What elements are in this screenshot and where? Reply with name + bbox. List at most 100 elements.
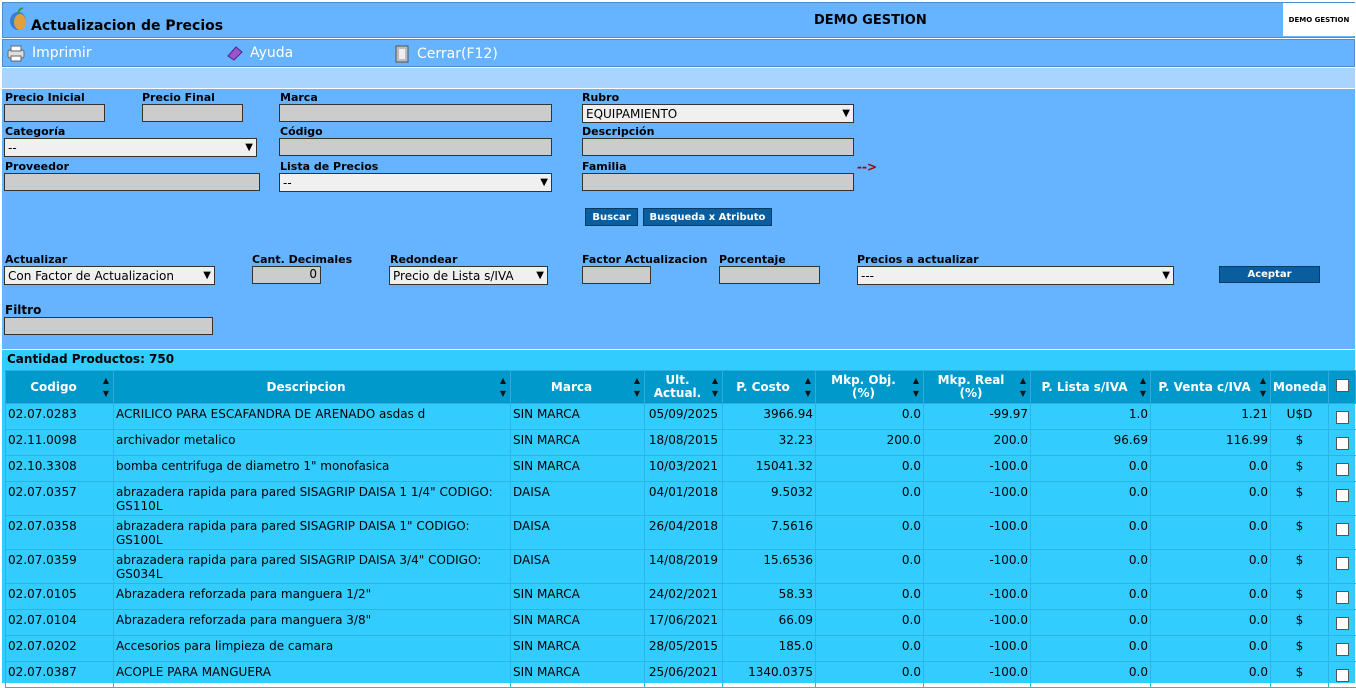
row-checkbox-cell <box>1328 583 1356 610</box>
row-checkbox-cell <box>1328 549 1356 584</box>
precios-actualizar-value: --- <box>861 268 874 283</box>
cell-p-venta: 1.21 <box>1150 403 1271 430</box>
select-all-checkbox[interactable] <box>1335 379 1349 392</box>
table-row[interactable]: 02.07.0104 Abrazadera reforzada para mang… <box>5 609 1356 636</box>
buscar-button[interactable]: Buscar <box>585 208 638 226</box>
actualizar-select[interactable]: Con Factor de Actualizacion ▼ <box>4 266 215 285</box>
cell-codigo: 02.07.0357 <box>5 481 114 516</box>
marca-input[interactable] <box>279 104 552 122</box>
aceptar-button[interactable]: Aceptar <box>1219 266 1320 283</box>
factor-input[interactable] <box>582 266 651 284</box>
col-header-moneda[interactable]: Moneda <box>1270 370 1329 404</box>
redondear-select[interactable]: Precio de Lista s/IVA ▼ <box>389 266 548 285</box>
table-row[interactable]: 02.07.0202 Accesorios para limpieza de ca… <box>5 635 1356 662</box>
filtro-input[interactable] <box>4 317 213 335</box>
categoria-select[interactable]: -- ▼ <box>4 138 257 157</box>
cell-mkp-obj: 200.0 <box>815 429 924 456</box>
separator-bar <box>2 68 1355 88</box>
cell-p-venta: 0.0 <box>1150 515 1271 550</box>
sort-icon: ▲ ▼ <box>1139 376 1146 398</box>
row-checkbox[interactable] <box>1335 463 1349 476</box>
row-checkbox[interactable] <box>1335 523 1349 536</box>
cell-moneda: $ <box>1270 635 1329 662</box>
table-row[interactable]: 02.10.3308 bomba centrifuga de diametro 1… <box>5 455 1356 482</box>
cell-moneda: $ <box>1270 429 1329 456</box>
row-checkbox[interactable] <box>1335 411 1349 424</box>
page-title: Actualizacion de Precios <box>31 18 224 34</box>
proveedor-input[interactable] <box>4 173 260 191</box>
descripcion-input[interactable] <box>582 138 854 156</box>
cell-codigo: 02.07.0104 <box>5 609 114 636</box>
col-header-p-costo[interactable]: P. Costo ▲ ▼ <box>722 370 816 404</box>
table-row[interactable]: 02.11.0098 archivador metalico SIN MARCA 18… <box>5 429 1356 456</box>
familia-label: Familia <box>582 160 627 173</box>
busqueda-atributo-button[interactable]: Busqueda x Atributo <box>643 208 772 226</box>
precio-inicial-input[interactable] <box>4 104 105 122</box>
table-row[interactable]: 02.07.0387 ACOPLE PARA MANGUERA SIN MARCA 2… <box>5 661 1356 688</box>
cell-p-costo: 58.33 <box>722 583 816 610</box>
cell-p-costo: 1340.0375 <box>722 661 816 688</box>
cell-descripcion: Abrazadera reforzada para manguera 3/8" <box>113 609 511 636</box>
close-button[interactable]: Cerrar(F12) <box>393 44 498 64</box>
door-exit-icon <box>395 45 409 63</box>
col-header-descripcion[interactable]: Descripcion ▲ ▼ <box>113 370 511 404</box>
row-checkbox[interactable] <box>1335 437 1349 450</box>
col-header-p-lista[interactable]: P. Lista s/IVA ▲ ▼ <box>1030 370 1151 404</box>
porcentaje-input[interactable] <box>719 266 820 284</box>
col-header-codigo[interactable]: Codigo ▲ ▼ <box>5 370 114 404</box>
familia-arrow-link[interactable]: --> <box>857 160 877 174</box>
cell-marca: SIN MARCA <box>510 635 645 662</box>
col-header-mkp-real[interactable]: Mkp. Real (%) ▲ ▼ <box>923 370 1031 404</box>
row-checkbox[interactable] <box>1335 557 1349 570</box>
row-checkbox[interactable] <box>1335 617 1349 630</box>
cell-codigo: 02.10.3308 <box>5 455 114 482</box>
table-row[interactable]: 02.07.0105 Abrazadera reforzada para mang… <box>5 583 1356 610</box>
sort-icon: ▲ ▼ <box>711 376 718 398</box>
cell-p-lista: 0.0 <box>1030 515 1151 550</box>
help-book-icon <box>227 46 243 61</box>
col-header-mkp-obj[interactable]: Mkp. Obj. (%) ▲ ▼ <box>815 370 924 404</box>
row-checkbox[interactable] <box>1335 669 1349 682</box>
cell-marca: SIN MARCA <box>510 583 645 610</box>
row-checkbox[interactable] <box>1335 489 1349 502</box>
cell-moneda: $ <box>1270 455 1329 482</box>
chevron-down-icon: ▼ <box>540 177 548 188</box>
cell-codigo: 02.07.0359 <box>5 549 114 584</box>
cell-ult-actual: 05/09/2025 <box>644 403 723 430</box>
codigo-input[interactable] <box>279 138 552 156</box>
col-header-marca[interactable]: Marca ▲ ▼ <box>510 370 645 404</box>
actualizar-value: Con Factor de Actualizacion <box>8 268 174 283</box>
col-header-ult-actual[interactable]: Ult. Actual. ▲ ▼ <box>644 370 723 404</box>
table-row[interactable]: 02.07.0359 abrazadera rapida para pared S… <box>5 549 1356 584</box>
cell-p-venta: 0.0 <box>1150 609 1271 636</box>
cell-mkp-real: -99.97 <box>923 403 1031 430</box>
select-all-checkbox-cell[interactable] <box>1328 370 1356 404</box>
rubro-value: EQUIPAMIENTO <box>586 106 678 121</box>
row-checkbox[interactable] <box>1335 643 1349 656</box>
familia-input[interactable] <box>582 173 854 191</box>
cell-p-lista: 0.0 <box>1030 635 1151 662</box>
cell-mkp-obj: 0.0 <box>815 583 924 610</box>
precio-final-input[interactable] <box>142 104 243 122</box>
factor-label: Factor Actualizacion <box>582 253 708 266</box>
chevron-down-icon: ▼ <box>245 142 253 153</box>
row-checkbox-cell <box>1328 661 1356 688</box>
print-button[interactable]: Imprimir <box>6 44 92 62</box>
table-row[interactable]: 02.07.0358 abrazadera rapida para pared S… <box>5 515 1356 550</box>
lista-precios-select[interactable]: -- ▼ <box>279 173 552 192</box>
col-header-p-venta[interactable]: P. Venta c/IVA ▲ ▼ <box>1150 370 1271 404</box>
precio-inicial-label: Precio Inicial <box>5 91 85 104</box>
cell-marca: DAISA <box>510 549 645 584</box>
proveedor-label: Proveedor <box>5 160 69 173</box>
table-header-row: Codigo ▲ ▼ Descripcion ▲ ▼ Marca ▲ ▼ Ult. Actu… <box>5 370 1356 404</box>
cell-moneda: $ <box>1270 549 1329 584</box>
cell-codigo: 02.07.0202 <box>5 635 114 662</box>
table-row[interactable]: 02.07.0283 ACRILICO PARA ESCAFANDRA DE AR… <box>5 403 1356 430</box>
row-checkbox[interactable] <box>1335 591 1349 604</box>
decimales-input[interactable]: 0 <box>252 266 321 284</box>
rubro-select[interactable]: EQUIPAMIENTO ▼ <box>582 104 854 123</box>
table-row[interactable]: 02.07.0357 abrazadera rapida para pared S… <box>5 481 1356 516</box>
precios-actualizar-select[interactable]: --- ▼ <box>857 266 1174 285</box>
cell-marca: SIN MARCA <box>510 661 645 688</box>
help-button[interactable]: Ayuda <box>226 44 293 62</box>
